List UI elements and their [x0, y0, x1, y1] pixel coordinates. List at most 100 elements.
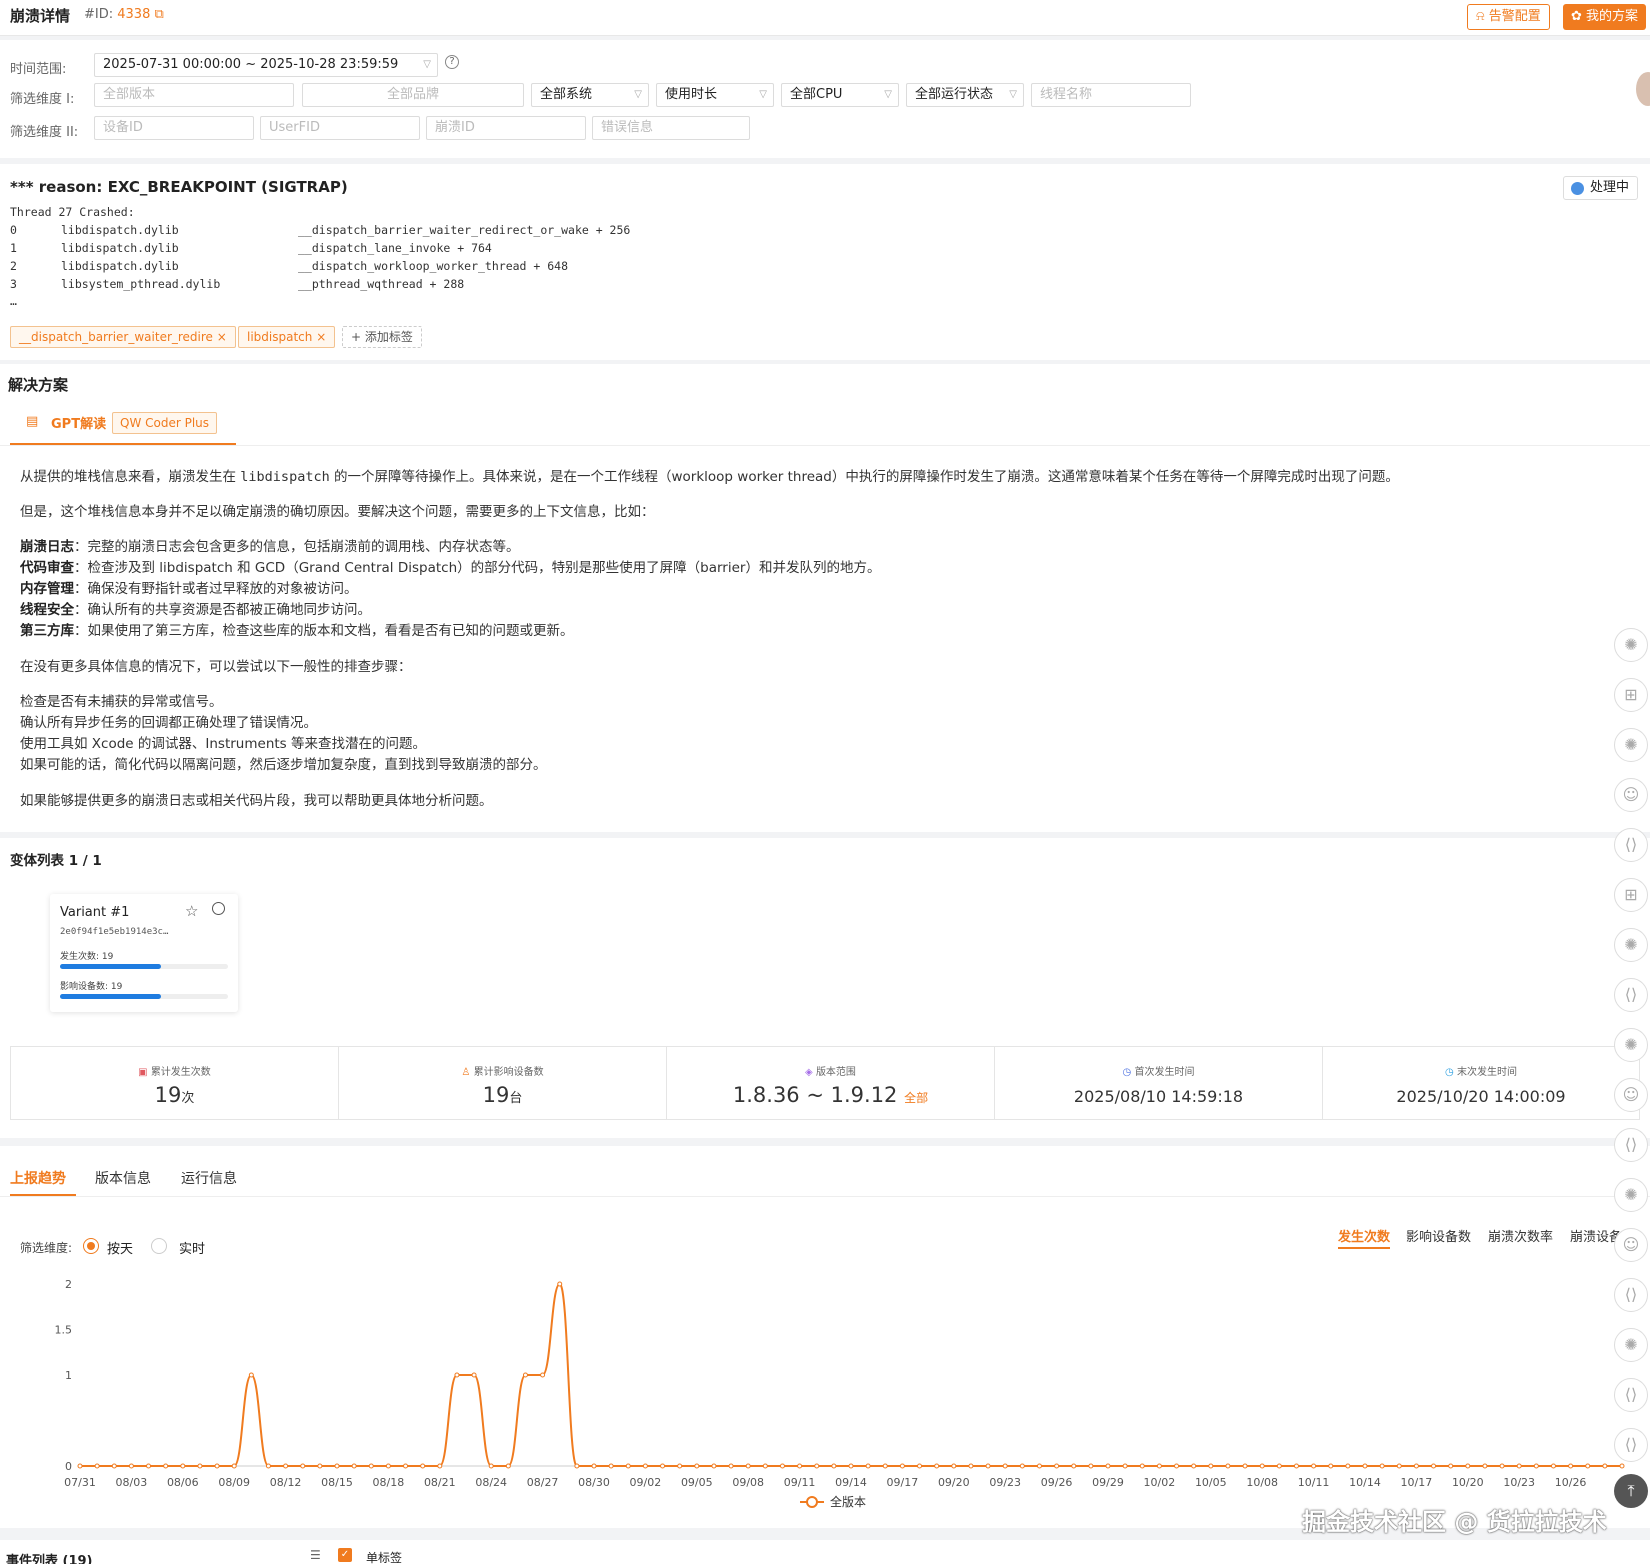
metric-devices[interactable]: 影响设备数: [1406, 1226, 1471, 1245]
data-point[interactable]: [1311, 1463, 1317, 1469]
data-point[interactable]: [1002, 1463, 1008, 1469]
copy-icon[interactable]: ⧉: [155, 7, 164, 22]
data-point[interactable]: [1345, 1463, 1351, 1469]
ai-icon[interactable]: ✺: [1614, 628, 1648, 662]
data-point[interactable]: [1019, 1463, 1025, 1469]
star-icon[interactable]: ☆: [185, 902, 198, 920]
ai-icon[interactable]: ✺: [1614, 1328, 1648, 1362]
data-point[interactable]: [1568, 1463, 1574, 1469]
data-point[interactable]: [1071, 1463, 1077, 1469]
data-point[interactable]: [1054, 1463, 1060, 1469]
ai-icon[interactable]: ✺: [1614, 1178, 1648, 1212]
data-point[interactable]: [454, 1372, 460, 1378]
data-point[interactable]: [779, 1463, 785, 1469]
data-point[interactable]: [1242, 1463, 1248, 1469]
ai-icon[interactable]: ✺: [1614, 928, 1648, 962]
system-select[interactable]: 全部系统 ▽: [531, 83, 649, 107]
data-point[interactable]: [762, 1463, 768, 1469]
metric-count[interactable]: 发生次数: [1338, 1226, 1391, 1249]
data-point[interactable]: [625, 1463, 631, 1469]
data-point[interactable]: [488, 1463, 494, 1469]
ai-icon[interactable]: ✺: [1614, 1028, 1648, 1062]
close-icon[interactable]: ×: [316, 330, 326, 344]
list-icon[interactable]: ☰: [310, 1548, 321, 1562]
time-range-input[interactable]: 2025-07-31 00:00:00 ~ 2025-10-28 23:59:5…: [94, 53, 438, 77]
data-point[interactable]: [77, 1463, 83, 1469]
data-point[interactable]: [163, 1463, 169, 1469]
my-plan-button[interactable]: ✿ 我的方案: [1563, 4, 1647, 30]
data-point[interactable]: [283, 1463, 289, 1469]
data-point[interactable]: [745, 1463, 751, 1469]
back-to-top-icon[interactable]: ⤒: [1614, 1474, 1648, 1508]
data-point[interactable]: [574, 1463, 580, 1469]
data-point[interactable]: [265, 1463, 271, 1469]
legend-label[interactable]: 全版本: [830, 1494, 866, 1509]
data-point[interactable]: [1379, 1463, 1385, 1469]
data-point[interactable]: [711, 1463, 717, 1469]
data-point[interactable]: [934, 1463, 940, 1469]
run-state-select[interactable]: 全部运行状态 ▽: [906, 83, 1024, 107]
data-point[interactable]: [728, 1463, 734, 1469]
tab-trend[interactable]: 上报趋势: [10, 1168, 66, 1188]
data-point[interactable]: [317, 1463, 323, 1469]
data-point[interactable]: [180, 1463, 186, 1469]
thread-name-input[interactable]: 线程名称: [1031, 83, 1191, 107]
data-point[interactable]: [111, 1463, 117, 1469]
data-point[interactable]: [231, 1463, 237, 1469]
data-point[interactable]: [471, 1372, 477, 1378]
variant-card[interactable]: Variant #1 ☆ 2e0f94f1e5eb1914e3c… 发生次数: …: [50, 894, 238, 1012]
data-point[interactable]: [94, 1463, 100, 1469]
data-point[interactable]: [1191, 1463, 1197, 1469]
radio-day[interactable]: [83, 1238, 99, 1254]
data-point[interactable]: [1482, 1463, 1488, 1469]
data-point[interactable]: [437, 1463, 443, 1469]
data-point[interactable]: [1516, 1463, 1522, 1469]
code-icon[interactable]: ⟨⟩: [1614, 1428, 1648, 1462]
data-point[interactable]: [1105, 1463, 1111, 1469]
error-info-input[interactable]: 错误信息: [592, 116, 750, 140]
data-point[interactable]: [917, 1463, 923, 1469]
radio-realtime[interactable]: [151, 1238, 167, 1254]
tab-runtime[interactable]: 运行信息: [181, 1168, 237, 1188]
data-point[interactable]: [1276, 1463, 1282, 1469]
data-point[interactable]: [1431, 1463, 1437, 1469]
checkbox-icon[interactable]: ✓: [338, 1548, 352, 1562]
data-point[interactable]: [1499, 1463, 1505, 1469]
data-point[interactable]: [985, 1463, 991, 1469]
data-point[interactable]: [865, 1463, 871, 1469]
data-point[interactable]: [540, 1372, 546, 1378]
data-point[interactable]: [1396, 1463, 1402, 1469]
grid-icon[interactable]: ⊞: [1614, 878, 1648, 912]
data-point[interactable]: [1174, 1463, 1180, 1469]
data-point[interactable]: [899, 1463, 905, 1469]
version-select[interactable]: 全部版本: [94, 83, 294, 107]
face-icon[interactable]: ☺: [1614, 778, 1648, 812]
data-point[interactable]: [420, 1463, 426, 1469]
data-point[interactable]: [694, 1463, 700, 1469]
data-point[interactable]: [831, 1463, 837, 1469]
data-point[interactable]: [1139, 1463, 1145, 1469]
code-icon[interactable]: ⟨⟩: [1614, 1278, 1648, 1312]
data-point[interactable]: [814, 1463, 820, 1469]
data-point[interactable]: [1259, 1463, 1265, 1469]
data-point[interactable]: [797, 1463, 803, 1469]
data-point[interactable]: [642, 1463, 648, 1469]
data-point[interactable]: [214, 1463, 220, 1469]
data-point[interactable]: [128, 1463, 134, 1469]
data-point[interactable]: [968, 1463, 974, 1469]
data-point[interactable]: [368, 1463, 374, 1469]
select-radio-icon[interactable]: [212, 902, 225, 915]
data-point[interactable]: [351, 1463, 357, 1469]
face-icon[interactable]: ☺: [1614, 1078, 1648, 1112]
cpu-select[interactable]: 全部CPU ▽: [781, 83, 899, 107]
data-point[interactable]: [300, 1463, 306, 1469]
code-icon[interactable]: ⟨⟩: [1614, 1378, 1648, 1412]
tab-version[interactable]: 版本信息: [95, 1168, 151, 1188]
status-badge[interactable]: 处理中: [1562, 176, 1638, 200]
data-point[interactable]: [248, 1372, 254, 1378]
tab-gpt[interactable]: GPT解读: [51, 413, 106, 432]
alert-config-button[interactable]: ⍾ 告警配置: [1467, 4, 1550, 30]
data-point[interactable]: [1585, 1463, 1591, 1469]
metric-rate[interactable]: 崩溃次数率: [1488, 1226, 1553, 1245]
data-point[interactable]: [505, 1463, 511, 1469]
